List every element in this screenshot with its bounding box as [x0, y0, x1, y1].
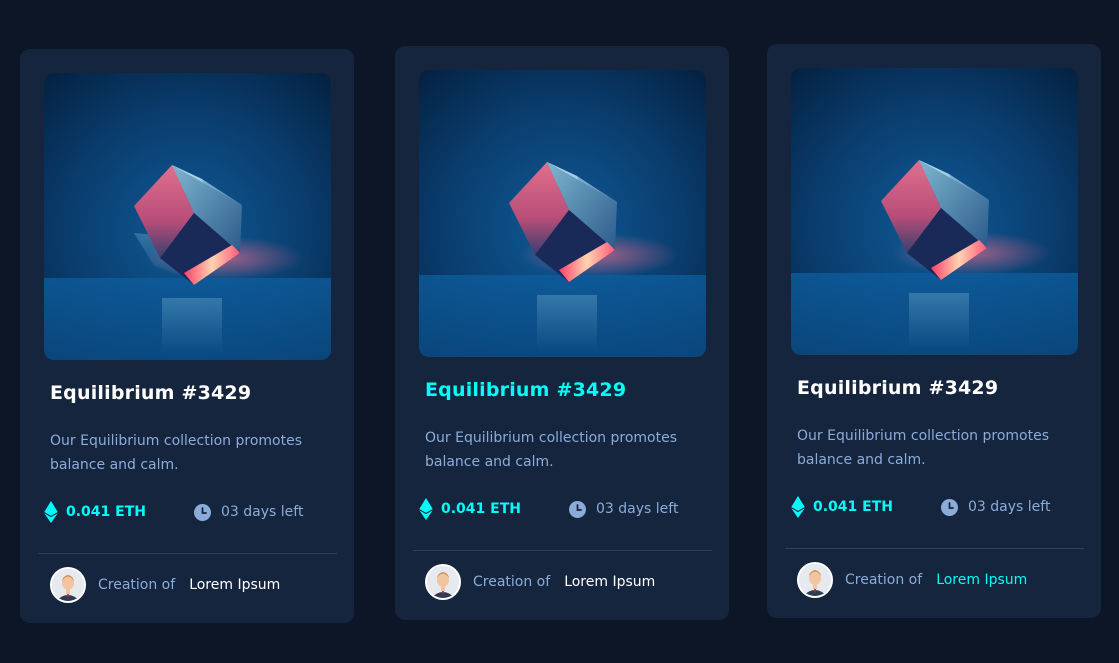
creator-name-link[interactable]: Lorem Ipsum	[936, 572, 1027, 588]
creator: Creation of Lorem Ipsum	[797, 562, 1027, 598]
price-label: 0.041 ETH	[441, 501, 521, 517]
divider	[38, 553, 337, 554]
card-title[interactable]: Equilibrium #3429	[50, 382, 251, 404]
time-left: 03 days left	[941, 496, 1050, 518]
divider	[785, 548, 1084, 549]
time-left-label: 03 days left	[968, 499, 1051, 515]
time-left-label: 03 days left	[221, 504, 304, 520]
card-description: Our Equilibrium collection promotes bala…	[50, 433, 302, 473]
clock-icon	[569, 500, 586, 518]
avatar[interactable]	[797, 562, 833, 598]
ethereum-icon	[791, 496, 805, 518]
avatar[interactable]	[425, 564, 461, 600]
card-title[interactable]: Equilibrium #3429	[797, 377, 998, 399]
creator-prefix: Creation of	[473, 574, 551, 590]
avatar-illustration	[799, 564, 831, 596]
card-title[interactable]: Equilibrium #3429	[425, 379, 626, 401]
time-left-label: 03 days left	[596, 501, 679, 517]
avatar-illustration	[52, 569, 84, 601]
creator: Creation of Lorem Ipsum	[425, 564, 655, 600]
nft-card[interactable]: Equilibrium #3429 Our Equilibrium collec…	[20, 49, 354, 623]
nft-image[interactable]	[791, 68, 1078, 355]
time-left: 03 days left	[194, 501, 303, 523]
clock-icon	[194, 503, 211, 521]
ethereum-icon	[44, 501, 58, 523]
price-label: 0.041 ETH	[813, 499, 893, 515]
avatar[interactable]	[50, 567, 86, 603]
price: 0.041 ETH	[44, 501, 146, 523]
nft-card[interactable]: Equilibrium #3429 Our Equilibrium collec…	[395, 46, 729, 620]
price: 0.041 ETH	[419, 498, 521, 520]
creator-name-link[interactable]: Lorem Ipsum	[189, 577, 280, 593]
card-description: Our Equilibrium collection promotes bala…	[425, 430, 677, 470]
creator-name-link[interactable]: Lorem Ipsum	[564, 574, 655, 590]
card-meta: 0.041 ETH 03 days left	[419, 498, 699, 520]
glass-cube-image	[419, 70, 706, 357]
price-label: 0.041 ETH	[66, 504, 146, 520]
clock-icon	[941, 498, 958, 516]
price: 0.041 ETH	[791, 496, 893, 518]
nft-image[interactable]	[419, 70, 706, 357]
divider	[413, 550, 712, 551]
nft-card-gallery: Equilibrium #3429 Our Equilibrium collec…	[0, 0, 1119, 663]
glass-cube-image	[44, 73, 331, 360]
creator-prefix: Creation of	[845, 572, 923, 588]
ethereum-icon	[419, 498, 433, 520]
card-description: Our Equilibrium collection promotes bala…	[797, 428, 1049, 468]
avatar-illustration	[427, 566, 459, 598]
card-meta: 0.041 ETH 03 days left	[44, 501, 324, 523]
time-left: 03 days left	[569, 498, 678, 520]
creator: Creation of Lorem Ipsum	[50, 567, 280, 603]
card-meta: 0.041 ETH 03 days left	[791, 496, 1071, 518]
creator-prefix: Creation of	[98, 577, 176, 593]
glass-cube-image	[791, 68, 1078, 355]
nft-card[interactable]: Equilibrium #3429 Our Equilibrium collec…	[767, 44, 1101, 618]
nft-image[interactable]	[44, 73, 331, 360]
